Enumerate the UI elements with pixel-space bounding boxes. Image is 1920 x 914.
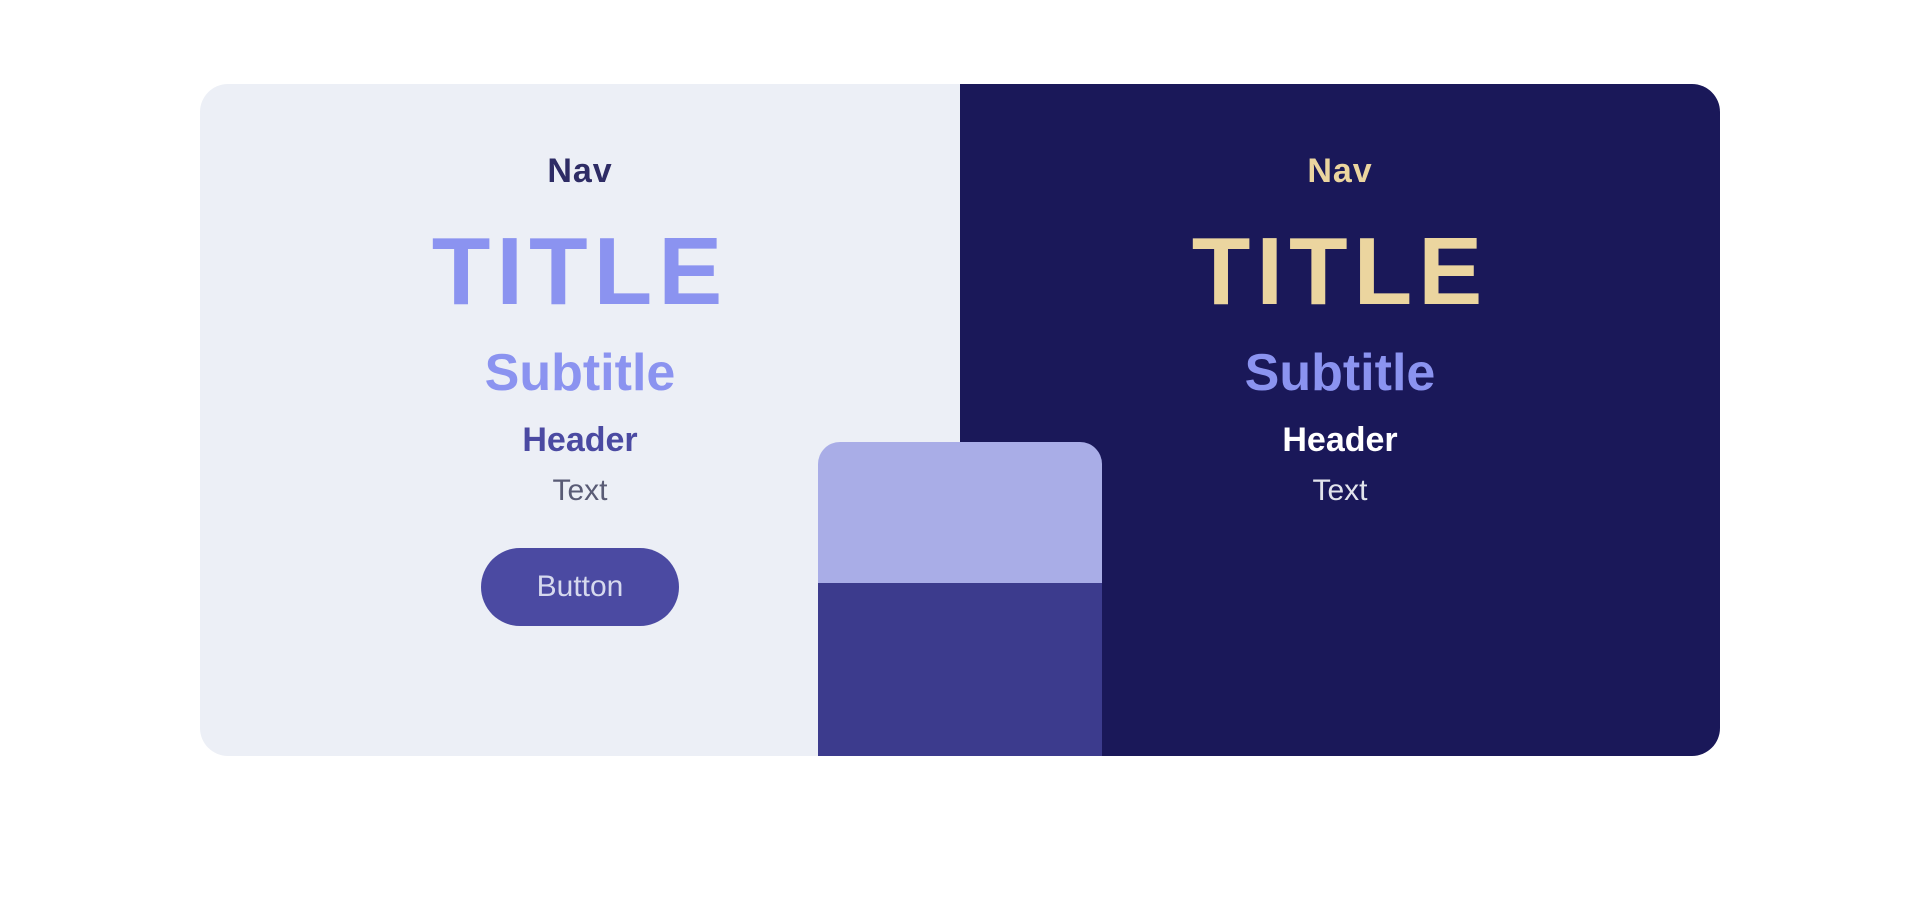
primary-button[interactable]: Button xyxy=(481,548,680,626)
style-guide-container: Nav TITLE Subtitle Header Text Button Na… xyxy=(200,84,1720,756)
sample-card xyxy=(818,442,1102,756)
header-dark: Header xyxy=(1282,421,1397,460)
text-light: Text xyxy=(552,474,607,508)
card-body-placeholder xyxy=(818,583,1102,756)
card-image-placeholder xyxy=(818,442,1102,583)
title-light: TITLE xyxy=(432,217,729,327)
nav-label-dark: Nav xyxy=(1307,152,1372,191)
title-dark: TITLE xyxy=(1192,217,1489,327)
subtitle-light: Subtitle xyxy=(485,343,676,403)
nav-label-light: Nav xyxy=(547,152,612,191)
text-dark: Text xyxy=(1312,474,1367,508)
header-light: Header xyxy=(522,421,637,460)
subtitle-dark: Subtitle xyxy=(1245,343,1436,403)
